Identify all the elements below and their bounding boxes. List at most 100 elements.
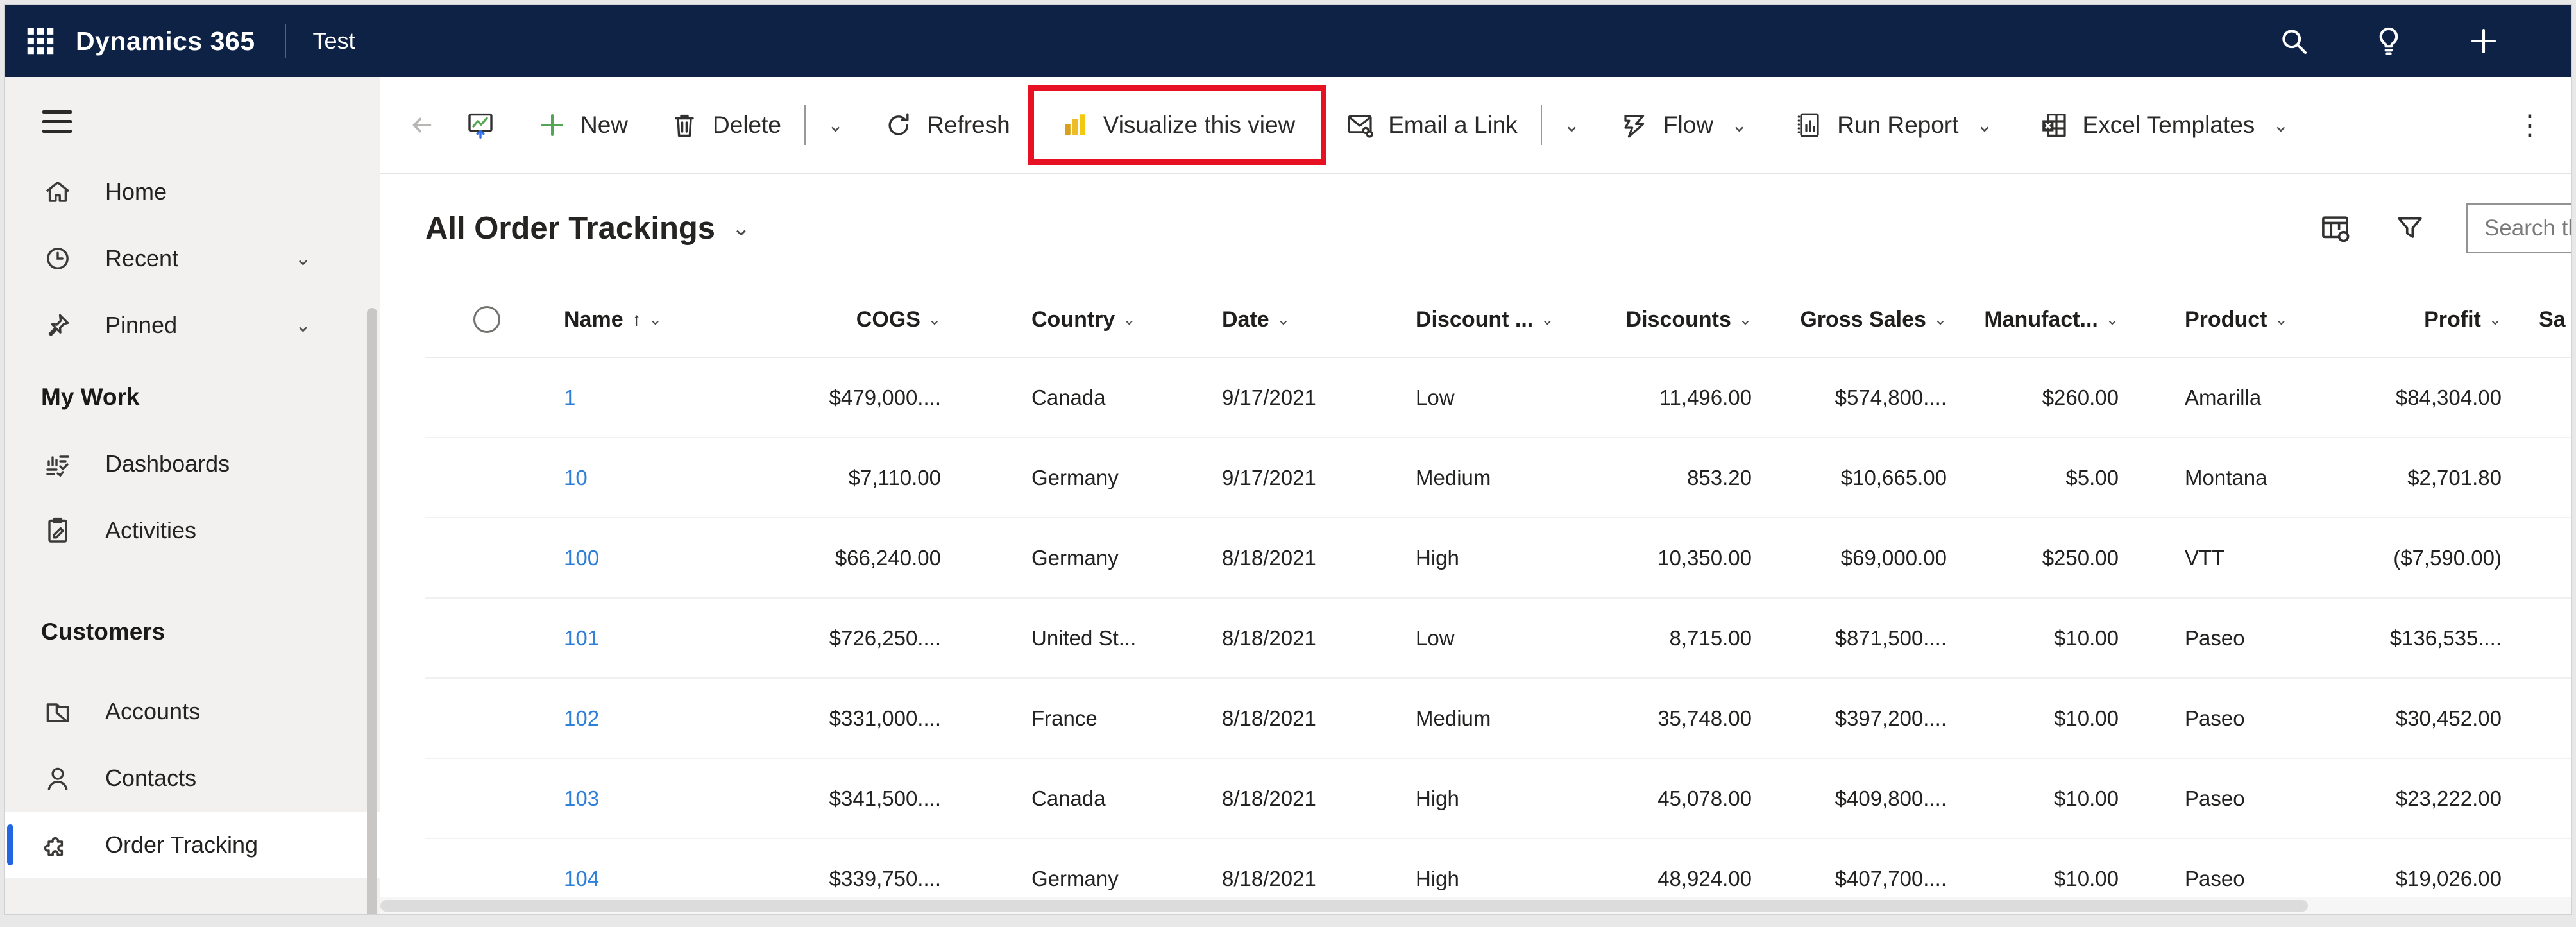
filter-funnel-icon[interactable] bbox=[2392, 210, 2428, 246]
column-header-discount-band[interactable]: Discount ...⌄ bbox=[1398, 307, 1626, 332]
cell-date: 9/17/2021 bbox=[1206, 386, 1398, 410]
cell-gross-sales: $407,700.... bbox=[1754, 867, 1950, 891]
sidebar-item-order-tracking[interactable]: Order Tracking bbox=[5, 812, 380, 878]
run-report-button[interactable]: Run Report ⌄ bbox=[1787, 110, 2004, 140]
column-header-name[interactable]: Name ↑ ⌄ bbox=[548, 307, 789, 332]
record-link[interactable]: 103 bbox=[548, 787, 789, 811]
show-chart-button[interactable] bbox=[459, 110, 502, 140]
cell-date: 8/18/2021 bbox=[1206, 787, 1398, 811]
table-row[interactable]: 10 $7,110.00 Germany 9/17/2021 Medium 85… bbox=[425, 438, 2571, 518]
sidebar-item-label: Activities bbox=[105, 517, 196, 544]
visualize-this-view-button[interactable]: Visualize this view bbox=[1053, 110, 1302, 140]
chevron-down-icon: ⌄ bbox=[1541, 310, 1554, 329]
column-header-cogs[interactable]: COGS⌄ bbox=[789, 307, 946, 332]
column-header-product[interactable]: Product⌄ bbox=[2120, 307, 2351, 332]
refresh-icon bbox=[883, 110, 914, 140]
column-header-discounts[interactable]: Discounts⌄ bbox=[1626, 307, 1754, 332]
cell-discounts: 11,496.00 bbox=[1626, 386, 1754, 410]
back-arrow-icon[interactable] bbox=[402, 110, 441, 140]
record-link[interactable]: 101 bbox=[548, 626, 789, 651]
divider bbox=[285, 24, 286, 58]
lightbulb-icon[interactable] bbox=[2372, 24, 2405, 58]
highlight-box: Visualize this view bbox=[1028, 85, 1327, 165]
excel-templates-button[interactable]: Excel Templates ⌄ bbox=[2033, 110, 2301, 140]
excel-chevron-icon[interactable]: ⌄ bbox=[2267, 114, 2294, 137]
table-row[interactable]: 101 $726,250.... United St... 8/18/2021 … bbox=[425, 599, 2571, 679]
record-link[interactable]: 102 bbox=[548, 706, 789, 731]
chevron-down-icon: ⌄ bbox=[1123, 310, 1135, 329]
cell-cogs: $66,240.00 bbox=[789, 546, 946, 570]
command-bar: New Delete ⌄ bbox=[380, 77, 2571, 174]
view-search-input[interactable] bbox=[2466, 203, 2571, 253]
record-link[interactable]: 104 bbox=[548, 867, 789, 891]
cell-manufacturing: $10.00 bbox=[1950, 626, 2120, 651]
email-split-chevron-icon[interactable]: ⌄ bbox=[1559, 114, 1585, 137]
quick-create-plus-icon[interactable] bbox=[2467, 24, 2500, 58]
app-launcher-waffle-icon[interactable] bbox=[5, 5, 76, 77]
table-row[interactable]: 1 $479,000.... Canada 9/17/2021 Low 11,4… bbox=[425, 358, 2571, 438]
cell-profit: $30,452.00 bbox=[2351, 706, 2505, 731]
table-row[interactable]: 103 $341,500.... Canada 8/18/2021 High 4… bbox=[425, 759, 2571, 839]
refresh-button[interactable]: Refresh bbox=[877, 110, 1017, 140]
accounts-icon bbox=[42, 696, 73, 727]
sidebar-item-home[interactable]: Home bbox=[5, 158, 380, 225]
horizontal-scrollbar[interactable] bbox=[380, 897, 2571, 914]
sidebar-item-dashboards[interactable]: Dashboards bbox=[5, 430, 380, 497]
column-header-country[interactable]: Country⌄ bbox=[946, 307, 1206, 332]
run-report-chevron-icon[interactable]: ⌄ bbox=[1971, 114, 1997, 137]
cell-discount-band: Medium bbox=[1398, 466, 1626, 490]
column-header-gross-sales[interactable]: Gross Sales⌄ bbox=[1754, 307, 1950, 332]
environment-name[interactable]: Test bbox=[313, 28, 355, 55]
search-icon[interactable] bbox=[2277, 24, 2310, 58]
chevron-down-icon[interactable]: ⌄ bbox=[295, 314, 311, 337]
cell-country: France bbox=[946, 706, 1206, 731]
table-row[interactable]: 102 $331,000.... France 8/18/2021 Medium… bbox=[425, 679, 2571, 759]
sidebar-item-label: Recent bbox=[105, 245, 178, 272]
flow-button[interactable]: Flow ⌄ bbox=[1613, 110, 1759, 140]
cell-country: Canada bbox=[946, 386, 1206, 410]
sidebar-item-recent[interactable]: Recent ⌄ bbox=[5, 225, 380, 292]
cell-product: Paseo bbox=[2120, 626, 2351, 651]
cell-date: 8/18/2021 bbox=[1206, 706, 1398, 731]
sidebar-item-label: Home bbox=[105, 178, 167, 205]
cell-cogs: $479,000.... bbox=[789, 386, 946, 410]
cell-discount-band: High bbox=[1398, 867, 1626, 891]
view-selector[interactable]: All Order Trackings ⌄ bbox=[425, 210, 750, 246]
top-navigation-bar: Dynamics 365 Test bbox=[5, 5, 2571, 77]
sidebar-item-activities[interactable]: Activities bbox=[5, 497, 380, 564]
cell-discounts: 8,715.00 bbox=[1626, 626, 1754, 651]
sidebar-scrollbar[interactable] bbox=[367, 308, 377, 914]
sitemap-toggle-icon[interactable] bbox=[42, 110, 72, 133]
contacts-person-icon bbox=[42, 763, 73, 794]
sidebar-item-contacts[interactable]: Contacts bbox=[5, 745, 380, 812]
column-header-sales[interactable]: Sa bbox=[2505, 307, 2571, 332]
record-link[interactable]: 1 bbox=[548, 386, 789, 410]
column-header-date[interactable]: Date⌄ bbox=[1206, 307, 1398, 332]
email-a-link-button[interactable]: Email a Link bbox=[1338, 110, 1524, 140]
edit-columns-icon[interactable] bbox=[2318, 210, 2353, 246]
sidebar-item-pinned[interactable]: Pinned ⌄ bbox=[5, 292, 380, 359]
column-header-manufacturing[interactable]: Manufact...⌄ bbox=[1950, 307, 2120, 332]
chevron-down-icon[interactable]: ⌄ bbox=[295, 248, 311, 270]
cell-discounts: 35,748.00 bbox=[1626, 706, 1754, 731]
delete-split-chevron-icon[interactable]: ⌄ bbox=[822, 114, 849, 137]
new-button[interactable]: New bbox=[530, 110, 634, 140]
run-report-label: Run Report bbox=[1837, 112, 1958, 139]
sidebar-item-accounts[interactable]: Accounts bbox=[5, 678, 380, 745]
delete-button[interactable]: Delete bbox=[663, 110, 788, 140]
cell-discount-band: Medium bbox=[1398, 706, 1626, 731]
cell-date: 9/17/2021 bbox=[1206, 466, 1398, 490]
sidebar-section-my-work: My Work bbox=[5, 364, 380, 430]
app-title[interactable]: Dynamics 365 bbox=[76, 26, 255, 56]
flow-chevron-icon[interactable]: ⌄ bbox=[1726, 114, 1752, 137]
horizontal-scrollbar-thumb[interactable] bbox=[380, 900, 2308, 912]
cell-date: 8/18/2021 bbox=[1206, 867, 1398, 891]
column-header-profit[interactable]: Profit⌄ bbox=[2351, 307, 2505, 332]
overflow-menu-icon[interactable]: ⋮ bbox=[2507, 109, 2553, 142]
select-all-checkbox[interactable] bbox=[473, 306, 500, 333]
record-link[interactable]: 10 bbox=[548, 466, 789, 490]
cell-profit: $136,535.... bbox=[2351, 626, 2505, 651]
table-row[interactable]: 100 $66,240.00 Germany 8/18/2021 High 10… bbox=[425, 518, 2571, 599]
cell-cogs: $341,500.... bbox=[789, 787, 946, 811]
record-link[interactable]: 100 bbox=[548, 546, 789, 570]
